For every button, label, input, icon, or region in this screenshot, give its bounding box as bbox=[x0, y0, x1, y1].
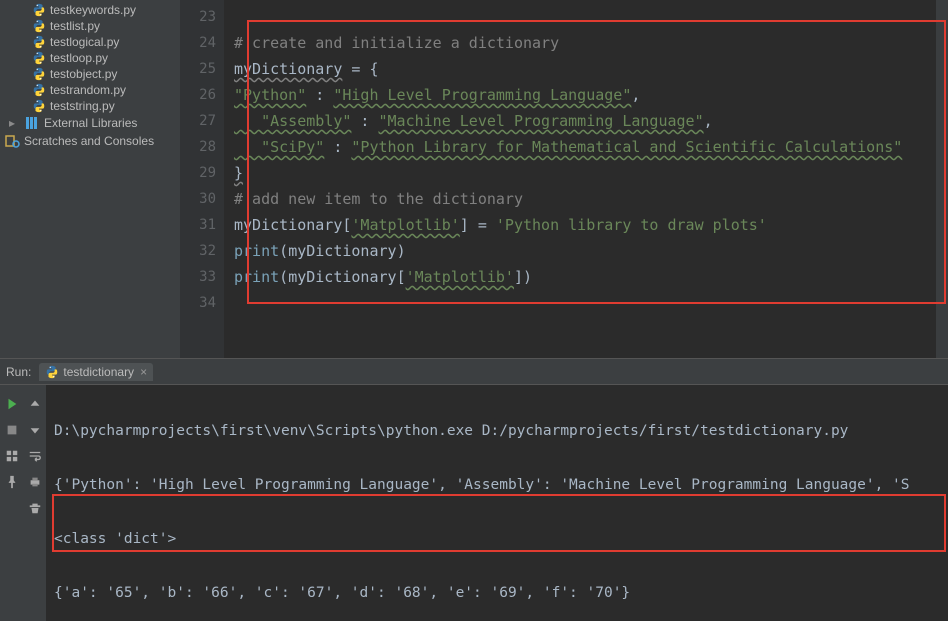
console-line: <class 'dict'> bbox=[54, 526, 940, 553]
python-file-icon bbox=[32, 3, 46, 17]
python-file-icon bbox=[32, 83, 46, 97]
pin-button[interactable] bbox=[1, 471, 23, 493]
code-area[interactable]: # create and initialize a dictionary myD… bbox=[224, 0, 948, 358]
clear-button[interactable] bbox=[24, 497, 46, 519]
file-label: testlist.py bbox=[50, 19, 100, 33]
restore-layout-button[interactable] bbox=[1, 445, 23, 467]
run-tab[interactable]: testdictionary × bbox=[39, 363, 153, 381]
code-line: myDictionary['Matplotlib'] = 'Python lib… bbox=[234, 212, 942, 238]
line-number: 31 bbox=[180, 212, 216, 238]
run-tab-label: testdictionary bbox=[63, 365, 134, 379]
file-label: testobject.py bbox=[50, 67, 117, 81]
code-line: "Assembly" : "Machine Level Programming … bbox=[234, 108, 942, 134]
file-item[interactable]: testlist.py bbox=[0, 18, 180, 34]
file-item[interactable]: testrandom.py bbox=[0, 82, 180, 98]
line-number: 28 bbox=[180, 134, 216, 160]
python-file-icon bbox=[32, 19, 46, 33]
close-icon[interactable]: × bbox=[140, 365, 147, 379]
file-item[interactable]: testobject.py bbox=[0, 66, 180, 82]
code-line: print(myDictionary['Matplotlib']) bbox=[234, 264, 942, 290]
run-panel: D:\pycharmprojects\first\venv\Scripts\py… bbox=[0, 384, 948, 621]
external-libraries[interactable]: ▸ External Libraries bbox=[0, 114, 180, 132]
line-number: 30 bbox=[180, 186, 216, 212]
scroll-down-button[interactable] bbox=[24, 419, 46, 441]
python-file-icon bbox=[32, 67, 46, 81]
line-number: 33 bbox=[180, 264, 216, 290]
console-line: D:\pycharmprojects\first\venv\Scripts\py… bbox=[54, 418, 940, 445]
file-item[interactable]: testlogical.py bbox=[0, 34, 180, 50]
code-line: # create and initialize a dictionary bbox=[234, 30, 942, 56]
project-sidebar[interactable]: testkeywords.py testlist.py testlogical.… bbox=[0, 0, 180, 358]
code-line: print(myDictionary) bbox=[234, 238, 942, 264]
code-line: } bbox=[234, 160, 942, 186]
code-line bbox=[234, 4, 942, 30]
console-output[interactable]: D:\pycharmprojects\first\venv\Scripts\py… bbox=[46, 385, 948, 621]
line-number: 34 bbox=[180, 290, 216, 316]
code-line: "Python" : "High Level Programming Langu… bbox=[234, 82, 942, 108]
stop-button[interactable] bbox=[1, 419, 23, 441]
file-label: testloop.py bbox=[50, 51, 108, 65]
file-item[interactable]: testloop.py bbox=[0, 50, 180, 66]
run-toolbar bbox=[0, 385, 46, 621]
code-line: "SciPy" : "Python Library for Mathematic… bbox=[234, 134, 942, 160]
file-item[interactable]: testkeywords.py bbox=[0, 2, 180, 18]
file-label: testlogical.py bbox=[50, 35, 119, 49]
code-line bbox=[234, 290, 942, 316]
file-label: testkeywords.py bbox=[50, 3, 136, 17]
python-file-icon bbox=[32, 35, 46, 49]
python-file-icon bbox=[32, 99, 46, 113]
code-editor[interactable]: 23 24 25 26 27 28 29 30 31 32 33 34 # cr… bbox=[180, 0, 948, 358]
soft-wrap-button[interactable] bbox=[24, 445, 46, 467]
scratches-label: Scratches and Consoles bbox=[24, 134, 154, 148]
line-number: 27 bbox=[180, 108, 216, 134]
line-number: 32 bbox=[180, 238, 216, 264]
code-line: # add new item to the dictionary bbox=[234, 186, 942, 212]
python-file-icon bbox=[32, 51, 46, 65]
file-item[interactable]: teststring.py bbox=[0, 98, 180, 114]
editor-gutter: 23 24 25 26 27 28 29 30 31 32 33 34 bbox=[180, 0, 224, 358]
line-number: 26 bbox=[180, 82, 216, 108]
print-button[interactable] bbox=[24, 471, 46, 493]
run-label: Run: bbox=[6, 365, 31, 379]
scroll-up-button[interactable] bbox=[24, 393, 46, 415]
python-file-icon bbox=[45, 365, 59, 379]
scratches-icon bbox=[4, 134, 20, 148]
rerun-button[interactable] bbox=[1, 393, 23, 415]
scratches-and-consoles[interactable]: Scratches and Consoles bbox=[0, 132, 180, 150]
file-label: testrandom.py bbox=[50, 83, 126, 97]
line-number: 29 bbox=[180, 160, 216, 186]
line-number: 24 bbox=[180, 30, 216, 56]
code-line: myDictionary = { bbox=[234, 56, 942, 82]
line-number: 25 bbox=[180, 56, 216, 82]
console-line: {'Python': 'High Level Programming Langu… bbox=[54, 472, 940, 499]
console-line: {'a': '65', 'b': '66', 'c': '67', 'd': '… bbox=[54, 580, 940, 607]
run-panel-header: Run: testdictionary × bbox=[0, 358, 948, 384]
line-number: 23 bbox=[180, 4, 216, 30]
file-label: teststring.py bbox=[50, 99, 115, 113]
library-icon bbox=[24, 116, 40, 130]
editor-scrollbar[interactable] bbox=[936, 0, 948, 358]
external-libraries-label: External Libraries bbox=[44, 116, 137, 130]
chevron-right-icon: ▸ bbox=[4, 116, 20, 130]
